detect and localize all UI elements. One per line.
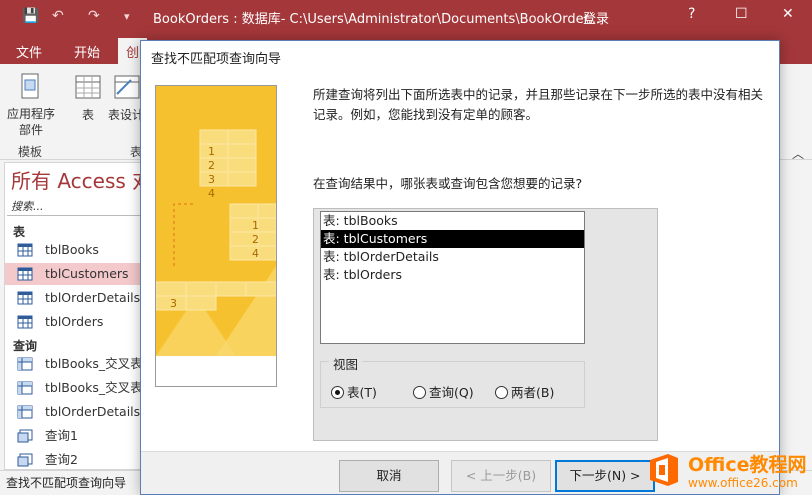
view-label: 视图 [329,354,363,373]
illustration-number: 4 [252,247,259,260]
table-icon [17,243,33,257]
radio-queries-label: 查询(Q) [429,385,474,400]
table-icon [17,267,33,281]
radio-queries[interactable]: 查询(Q) [413,382,474,401]
status-text: 查找不匹配项查询向导 [6,476,127,490]
radio-unselected-icon [413,386,426,399]
nav-title[interactable]: 所有 Access 对 [11,165,143,194]
radio-both[interactable]: 两者(B) [495,382,554,401]
selection-panel: 表: tblBooks 表: tblCustomers 表: tblOrderD… [313,208,658,441]
app-parts-label: 应用程序 部件 [6,107,55,137]
list-item[interactable]: 表: tblOrders [321,266,584,284]
group-templates-label: 模板 [18,145,43,159]
table-design-icon [114,75,140,99]
table-label: 表 [81,108,94,122]
nav-item-table[interactable]: tblOrderDetails [5,287,143,309]
nav-item-label: tblCustomers [45,266,129,281]
office-logo-icon [650,454,678,486]
crosstab-query-icon [17,405,33,419]
collapse-ribbon-icon[interactable]: ︿ [792,145,804,162]
nav-item-label: tblOrders [45,314,104,329]
close-icon[interactable]: ✕ [782,6,794,22]
nav-item-query[interactable]: tblBooks_交叉表 [5,377,143,399]
restore-icon[interactable]: ☐ [735,6,748,22]
nav-section-tables[interactable]: 表 [13,223,25,240]
tab-home[interactable]: 开始 [74,42,100,61]
view-groupbox: 视图 表(T) 查询(Q) 两者(B) [320,354,585,408]
save-icon[interactable]: 💾 [22,8,39,24]
nav-item-query[interactable]: tblBooks_交叉表 [5,353,143,375]
nav-item-query[interactable]: 查询1 [5,425,143,447]
illustration-number: 1 [208,145,215,158]
dialog-title: 查找不匹配项查询向导 [141,41,779,71]
nav-item-label: tblOrderDetails [45,290,141,305]
table-query-listbox[interactable]: 表: tblBooks 表: tblCustomers 表: tblOrderD… [320,211,585,344]
customize-qat-icon[interactable]: ▾ [124,10,130,23]
illustration-number: 4 [208,187,215,200]
illustration-number: 3 [208,173,215,186]
nav-item-query[interactable]: 查询2 [5,449,143,469]
select-query-icon [17,429,33,443]
list-item[interactable]: 表: tblCustomers [321,230,584,248]
watermark: Office教程网 www.office26.com [646,450,812,494]
watermark-brand: Office教程网 [688,454,807,476]
nav-item-label: tblBooks [45,242,99,257]
title-bar: 💾 ↶ ↷ ▾ BookOrders : 数据库- C:\Users\Admin… [0,0,812,34]
tab-file[interactable]: 文件 [16,42,42,61]
crosstab-query-icon [17,357,33,371]
illustration-number: 2 [208,159,215,172]
nav-section-queries[interactable]: 查询 [13,337,37,354]
nav-item-label: 查询1 [45,428,78,443]
table-design-button[interactable]: 表设计 [108,72,144,123]
table-button[interactable]: 表 [70,72,106,123]
signin-link[interactable]: 登录 [583,8,609,27]
dialog-body: 1 2 3 4 1 2 4 3 所建查询将列出下面所选表中的记录，并且那些记录在… [141,71,779,451]
nav-item-query[interactable]: tblOrderDetails_交 [5,401,143,423]
illustration-number: 2 [252,233,259,246]
app-parts-icon [21,73,39,99]
help-icon[interactable]: ? [688,6,695,22]
cancel-button[interactable]: 取消 [339,460,439,492]
radio-selected-icon [331,386,344,399]
radio-unselected-icon [495,386,508,399]
nav-search-input[interactable]: 搜索... [7,196,143,216]
wizard-description: 所建查询将列出下面所选表中的记录，并且那些记录在下一步所选的表中没有相关记录。例… [313,87,764,122]
next-button[interactable]: 下一步(N) > [555,460,655,492]
unmatched-query-wizard-dialog: 查找不匹配项查询向导 1 2 3 4 1 2 4 3 所建查询将列出下面所选表中… [140,40,780,495]
nav-item-label: tblBooks_交叉表 [45,380,143,395]
navigation-pane: 所有 Access 对 搜索... 表 tblBooks tblCustomer… [4,162,144,470]
nav-item-table[interactable]: tblBooks [5,239,143,261]
illustration-number: 3 [170,297,177,310]
nav-item-table[interactable]: tblOrders [5,311,143,333]
list-item[interactable]: 表: tblOrderDetails [321,248,584,266]
wizard-illustration-graphic: 1 2 3 4 1 2 4 3 [156,86,276,386]
table-icon [17,315,33,329]
table-icon [17,291,33,305]
back-button[interactable]: < 上一步(B) [451,460,551,492]
radio-tables-label: 表(T) [347,385,377,400]
select-query-icon [17,453,33,467]
table-icon [75,75,101,99]
nav-item-label: 查询2 [45,452,78,467]
crosstab-query-icon [17,381,33,395]
radio-both-label: 两者(B) [511,385,555,400]
wizard-illustration: 1 2 3 4 1 2 4 3 [155,85,277,387]
window-title: BookOrders : 数据库- C:\Users\Administrator… [153,12,601,27]
redo-icon[interactable]: ↷ [88,8,100,24]
nav-item-table[interactable]: tblCustomers [5,263,143,285]
watermark-site: www.office26.com [688,476,798,490]
list-item[interactable]: 表: tblBooks [321,212,584,230]
table-design-label: 表设计 [108,108,144,122]
wizard-prompt: 在查询结果中，哪张表或查询包含您想要的记录? [313,176,583,191]
radio-tables[interactable]: 表(T) [331,382,377,401]
illustration-number: 1 [252,219,259,232]
nav-item-label: tblOrderDetails_交 [45,404,143,419]
app-parts-button[interactable]: 应用程序 部件 [4,72,58,138]
undo-icon[interactable]: ↶ [52,8,64,24]
nav-item-label: tblBooks_交叉表 [45,356,143,371]
